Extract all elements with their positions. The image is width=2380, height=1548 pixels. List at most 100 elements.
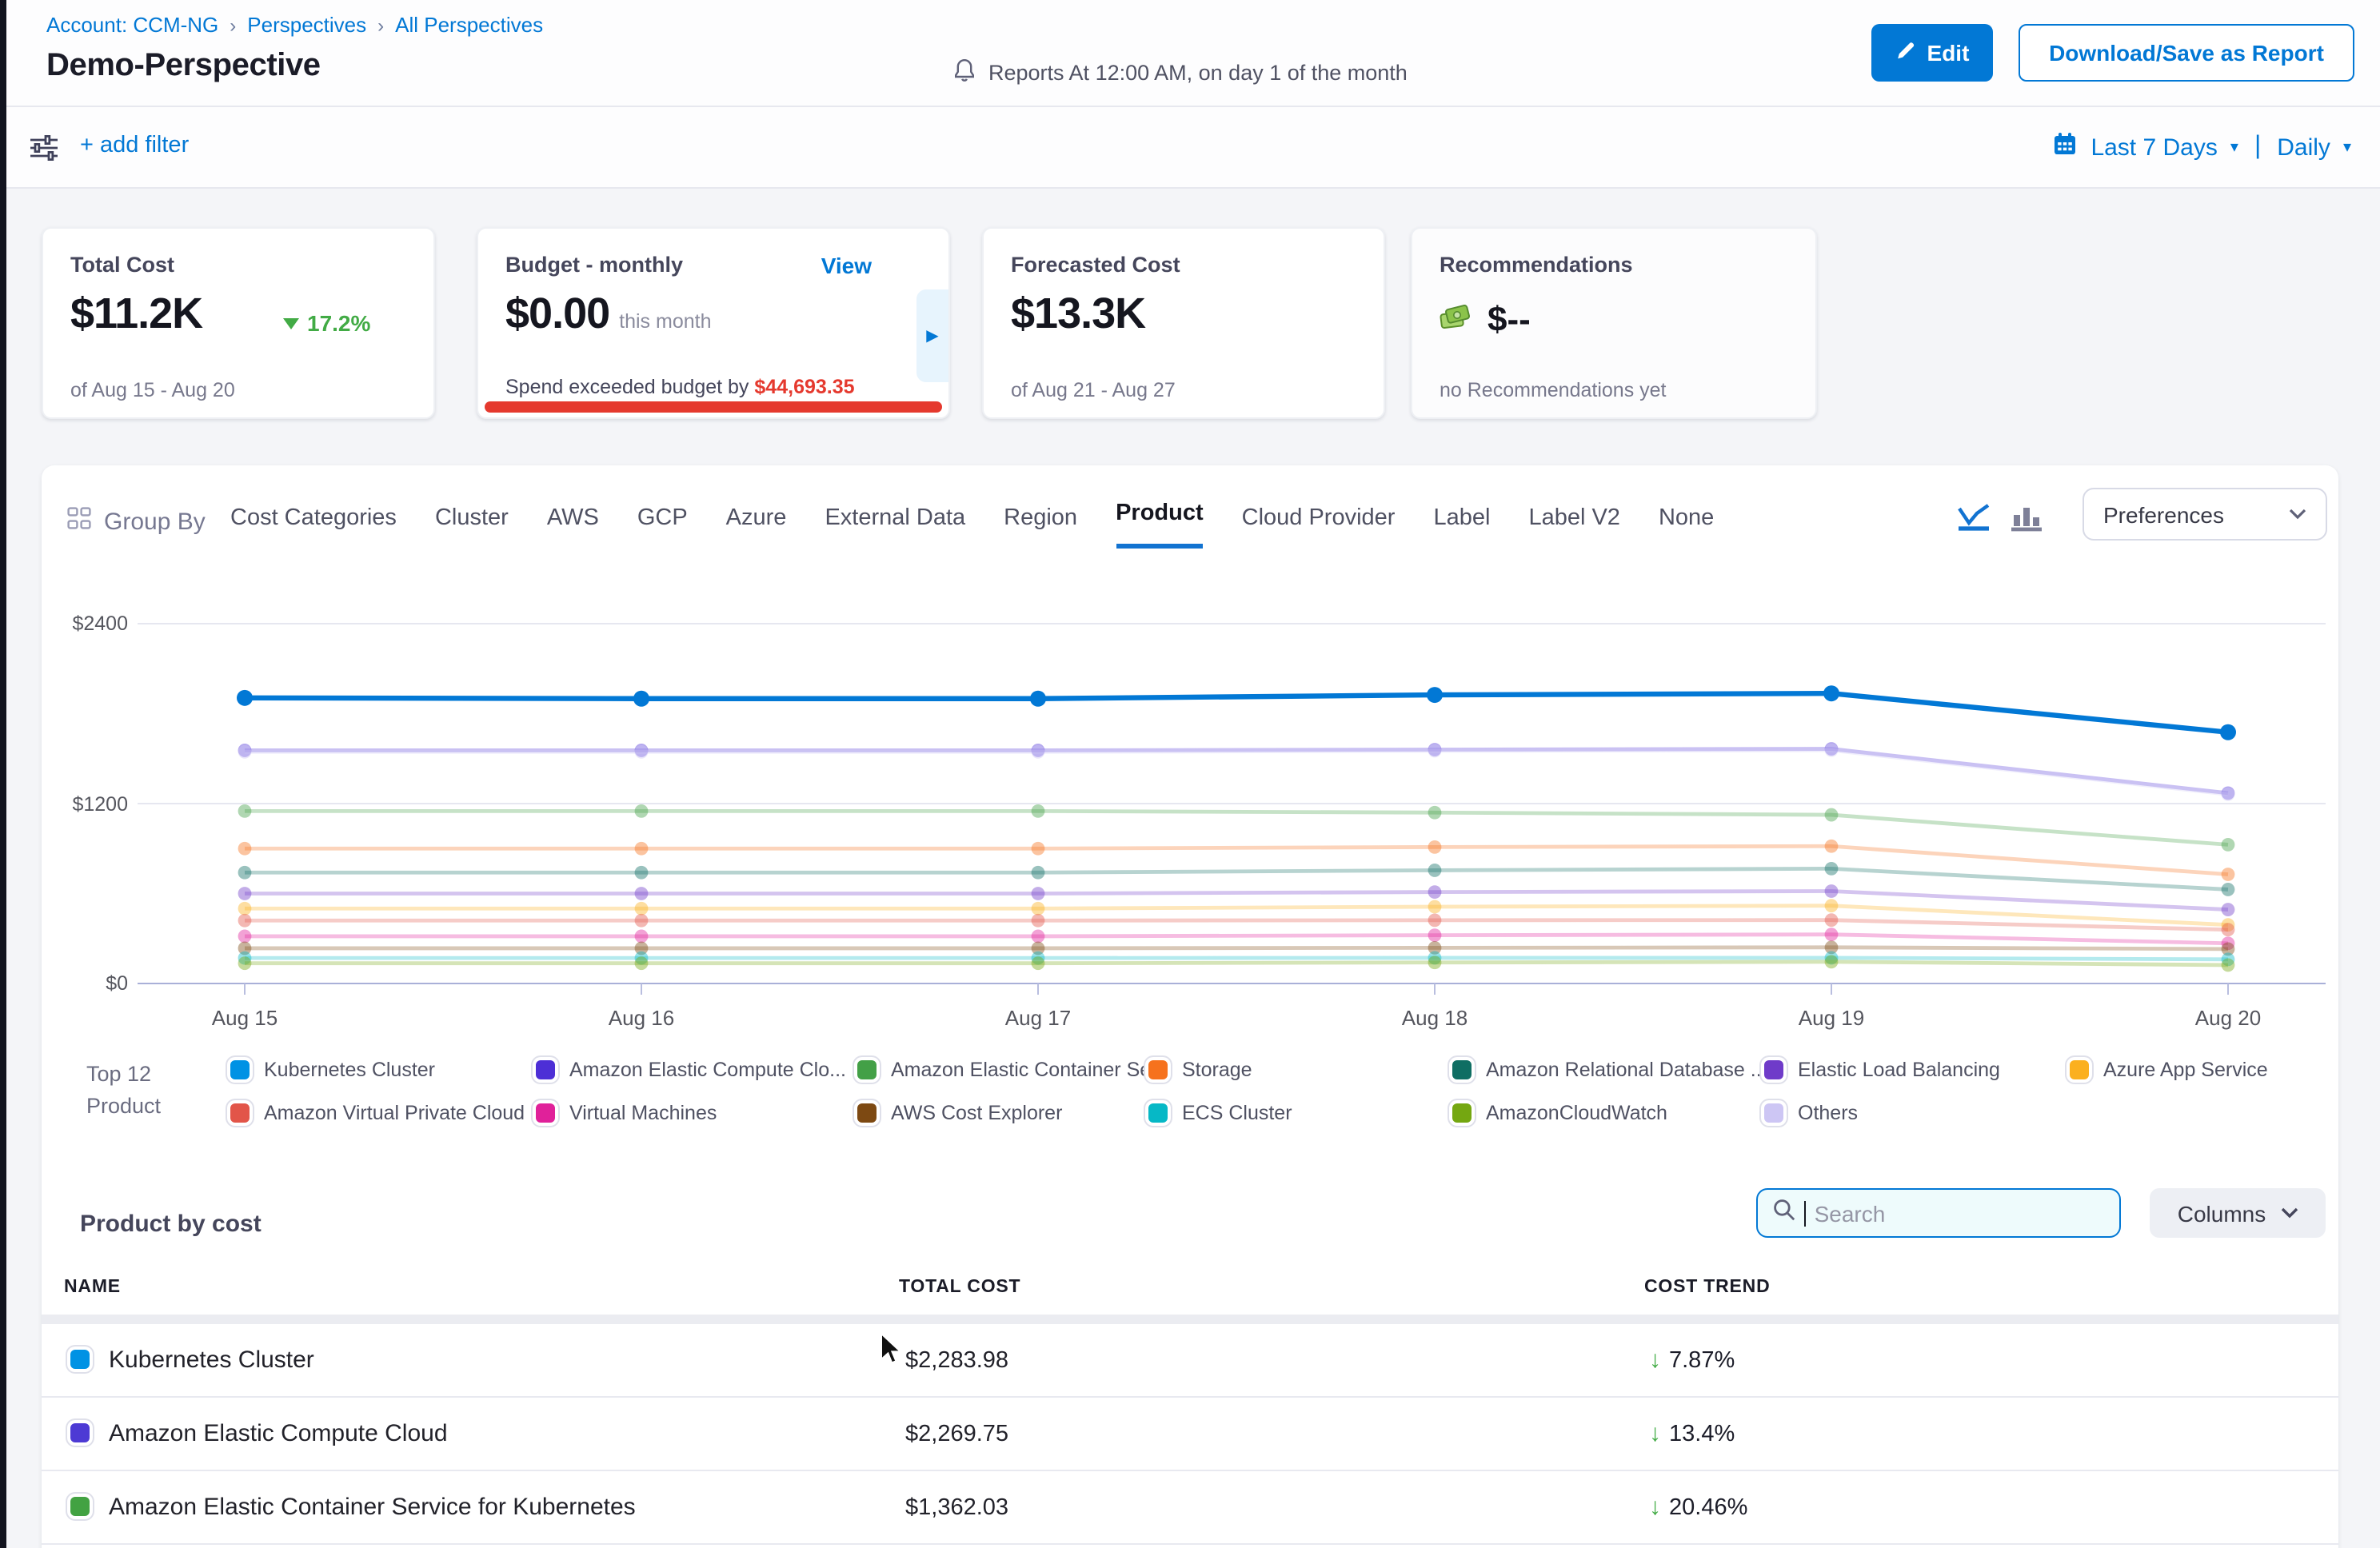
data-point-storage[interactable] bbox=[238, 842, 252, 856]
data-point-kubernetes-cluster[interactable] bbox=[1030, 691, 1046, 707]
data-point-others[interactable] bbox=[635, 745, 649, 759]
data-point-virtual-machines[interactable] bbox=[1032, 930, 1045, 944]
data-point-kubernetes-cluster[interactable] bbox=[2220, 724, 2236, 740]
data-point-virtual-machines[interactable] bbox=[1428, 928, 1442, 942]
data-point-amazon-virtual-private-cloud[interactable] bbox=[2222, 923, 2235, 936]
series-line-amazon-elastic-container-service-for-kubernetes[interactable] bbox=[245, 811, 2228, 844]
data-point-azure-app-service[interactable] bbox=[635, 902, 649, 916]
series-line-amazoncloudwatch[interactable] bbox=[245, 962, 2228, 965]
search-input[interactable]: Search bbox=[1756, 1188, 2121, 1238]
tab-cost-categories[interactable]: Cost Categories bbox=[230, 504, 397, 549]
breadcrumb-perspectives[interactable]: Perspectives bbox=[247, 13, 366, 37]
series-line-kubernetes-cluster[interactable] bbox=[245, 693, 2228, 732]
tab-cloud-provider[interactable]: Cloud Provider bbox=[1242, 504, 1396, 549]
table-row-amazon-elastic-compute-cloud[interactable]: Amazon Elastic Compute Cloud$2,269.75↓13… bbox=[42, 1398, 2338, 1471]
data-point-others[interactable] bbox=[1428, 744, 1442, 758]
data-point-elastic-load-balancing[interactable] bbox=[2222, 903, 2235, 916]
column-header-cost-trend[interactable]: COST TREND bbox=[1644, 1278, 1771, 1297]
data-point-elastic-load-balancing[interactable] bbox=[238, 887, 252, 900]
line-chart-icon[interactable] bbox=[1955, 501, 1993, 541]
data-point-elastic-load-balancing[interactable] bbox=[635, 887, 649, 900]
legend-item-amazon-elastic-compute-clo[interactable]: Amazon Elastic Compute Clo... bbox=[536, 1055, 857, 1083]
tab-product[interactable]: Product bbox=[1116, 499, 1204, 549]
data-point-storage[interactable] bbox=[2222, 868, 2235, 881]
data-point-azure-app-service[interactable] bbox=[1032, 902, 1045, 916]
tab-azure[interactable]: Azure bbox=[726, 504, 787, 549]
tab-label[interactable]: Label bbox=[1433, 504, 1490, 549]
series-line-ecs-cluster[interactable] bbox=[245, 958, 2228, 960]
data-point-amazoncloudwatch[interactable] bbox=[635, 956, 649, 970]
data-point-amazon-elastic-container-service-for-kubernetes[interactable] bbox=[1428, 806, 1442, 820]
series-line-amazon-relational-database-service[interactable] bbox=[245, 868, 2228, 889]
column-header-total-cost[interactable]: TOTAL COST bbox=[899, 1278, 1020, 1297]
data-point-amazoncloudwatch[interactable] bbox=[238, 956, 252, 970]
series-line-aws-cost-explorer[interactable] bbox=[245, 948, 2228, 949]
data-point-amazon-virtual-private-cloud[interactable] bbox=[238, 914, 252, 928]
tab-gcp[interactable]: GCP bbox=[637, 504, 688, 549]
data-point-virtual-machines[interactable] bbox=[635, 930, 649, 944]
data-point-storage[interactable] bbox=[635, 842, 649, 856]
data-point-amazon-virtual-private-cloud[interactable] bbox=[635, 914, 649, 928]
data-point-kubernetes-cluster[interactable] bbox=[237, 690, 253, 706]
tab-label-v2[interactable]: Label V2 bbox=[1528, 504, 1620, 549]
data-point-amazon-relational-database-service[interactable] bbox=[635, 866, 649, 880]
data-point-amazon-relational-database-service[interactable] bbox=[1428, 864, 1442, 877]
data-point-kubernetes-cluster[interactable] bbox=[1823, 685, 1839, 701]
data-point-azure-app-service[interactable] bbox=[238, 902, 252, 916]
data-point-storage[interactable] bbox=[1825, 840, 1839, 853]
column-header-name[interactable]: NAME bbox=[64, 1278, 121, 1297]
legend-item-virtual-machines[interactable]: Virtual Machines bbox=[536, 1099, 857, 1126]
tab-cluster[interactable]: Cluster bbox=[435, 504, 509, 549]
data-point-storage[interactable] bbox=[1428, 840, 1442, 854]
data-point-amazon-virtual-private-cloud[interactable] bbox=[1825, 913, 1839, 927]
data-point-azure-app-service[interactable] bbox=[1825, 899, 1839, 912]
legend-item-azure-app-service[interactable]: Azure App Service bbox=[2070, 1055, 2310, 1083]
data-point-elastic-load-balancing[interactable] bbox=[1032, 887, 1045, 900]
budget-next-arrow-button[interactable]: ▶ bbox=[916, 289, 948, 382]
data-point-kubernetes-cluster[interactable] bbox=[1427, 687, 1443, 703]
bar-chart-icon[interactable] bbox=[2009, 501, 2044, 541]
table-row-amazon-elastic-container-service-for-kubernetes[interactable]: Amazon Elastic Container Service for Kub… bbox=[42, 1471, 2338, 1545]
legend-item-elastic-load-balancing[interactable]: Elastic Load Balancing bbox=[1764, 1055, 2070, 1083]
data-point-azure-app-service[interactable] bbox=[1428, 900, 1442, 914]
data-point-amazon-elastic-container-service-for-kubernetes[interactable] bbox=[1825, 808, 1839, 822]
series-line-virtual-machines[interactable] bbox=[245, 935, 2228, 944]
legend-item-storage[interactable]: Storage bbox=[1148, 1055, 1452, 1083]
legend-item-amazon-relational-database[interactable]: Amazon Relational Database ... bbox=[1452, 1055, 1764, 1083]
data-point-virtual-machines[interactable] bbox=[238, 930, 252, 944]
data-point-amazoncloudwatch[interactable] bbox=[1032, 956, 1045, 970]
granularity-dropdown[interactable]: Daily bbox=[2277, 134, 2330, 161]
breadcrumb-account[interactable]: Account: CCM-NG bbox=[46, 13, 218, 37]
data-point-amazon-virtual-private-cloud[interactable] bbox=[1032, 914, 1045, 928]
data-point-amazon-elastic-container-service-for-kubernetes[interactable] bbox=[1032, 804, 1045, 818]
data-point-elastic-load-balancing[interactable] bbox=[1825, 884, 1839, 898]
legend-item-others[interactable]: Others bbox=[1764, 1099, 2070, 1126]
data-point-amazon-elastic-container-service-for-kubernetes[interactable] bbox=[238, 804, 252, 818]
add-filter-button[interactable]: + add filter bbox=[80, 133, 189, 158]
data-point-amazon-virtual-private-cloud[interactable] bbox=[1428, 913, 1442, 927]
data-point-others[interactable] bbox=[238, 745, 252, 759]
tab-region[interactable]: Region bbox=[1004, 504, 1077, 549]
data-point-amazoncloudwatch[interactable] bbox=[1825, 955, 1839, 968]
cost-line-chart[interactable]: $0$1200$2400Aug 15Aug 16Aug 17Aug 18Aug … bbox=[42, 609, 2338, 1051]
chart-canvas[interactable] bbox=[42, 609, 2338, 1051]
data-point-amazoncloudwatch[interactable] bbox=[1428, 956, 1442, 969]
legend-item-aws-cost-explorer[interactable]: AWS Cost Explorer bbox=[857, 1099, 1148, 1126]
legend-item-amazon-elastic-container-se[interactable]: Amazon Elastic Container Se... bbox=[857, 1055, 1148, 1083]
data-point-storage[interactable] bbox=[1032, 842, 1045, 856]
tab-external-data[interactable]: External Data bbox=[825, 504, 965, 549]
tab-none[interactable]: None bbox=[1659, 504, 1714, 549]
data-point-amazon-relational-database-service[interactable] bbox=[2222, 883, 2235, 896]
budget-view-link[interactable]: View bbox=[821, 253, 872, 278]
data-point-amazon-relational-database-service[interactable] bbox=[1825, 862, 1839, 876]
data-point-others[interactable] bbox=[1825, 744, 1839, 757]
data-point-amazon-elastic-container-service-for-kubernetes[interactable] bbox=[2222, 838, 2235, 852]
columns-dropdown[interactable]: Columns bbox=[2150, 1188, 2326, 1238]
preferences-dropdown[interactable]: Preferences bbox=[2082, 488, 2327, 541]
tab-aws[interactable]: AWS bbox=[547, 504, 599, 549]
data-point-others[interactable] bbox=[1032, 745, 1045, 759]
data-point-amazon-relational-database-service[interactable] bbox=[238, 866, 252, 880]
series-line-others[interactable] bbox=[245, 750, 2228, 794]
table-row-kubernetes-cluster[interactable]: Kubernetes Cluster$2,283.98↓7.87% bbox=[42, 1324, 2338, 1398]
legend-item-kubernetes-cluster[interactable]: Kubernetes Cluster bbox=[230, 1055, 536, 1083]
